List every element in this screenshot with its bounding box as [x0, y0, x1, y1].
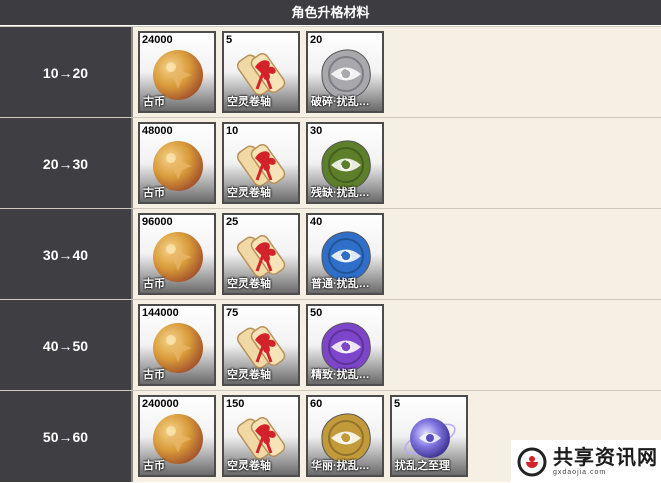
watermark-text: 共享资讯网 gxdaojia.com	[553, 447, 658, 476]
level-range-label: 50→60	[0, 391, 131, 482]
material-item[interactable]: 96000 古币	[138, 213, 216, 295]
material-count: 240000	[142, 398, 179, 410]
material-item[interactable]: 75 空灵卷轴	[222, 304, 300, 386]
materials-cell: 96000 古币 25 空灵卷轴 40 普通·扰乱…	[131, 209, 661, 300]
materials-cell: 48000 古币 10 空灵卷轴 30 残缺·扰乱…	[131, 118, 661, 209]
materials-cell: 24000 古币 5 空灵卷轴 20 破碎·扰乱…	[131, 27, 661, 118]
material-item[interactable]: 150 空灵卷轴	[222, 395, 300, 477]
material-count: 20	[310, 34, 323, 46]
material-item[interactable]: 20 破碎·扰乱…	[306, 31, 384, 113]
material-count: 5	[226, 34, 233, 46]
material-count: 150	[226, 398, 245, 410]
material-count: 30	[310, 125, 323, 137]
material-item[interactable]: 60 华丽·扰乱…	[306, 395, 384, 477]
material-item[interactable]: 10 空灵卷轴	[222, 122, 300, 204]
level-range-label: 10→20	[0, 27, 131, 118]
material-name: 古币	[143, 369, 165, 381]
material-name: 古币	[143, 96, 165, 108]
material-name: 扰乱之至理	[395, 460, 450, 472]
material-item[interactable]: 240000 古币	[138, 395, 216, 477]
table-row: 10→20 24000 古币 5 空灵卷轴 20 破碎·扰乱…	[0, 26, 661, 118]
level-range-label: 40→50	[0, 300, 131, 391]
material-count: 25	[226, 216, 239, 228]
material-item[interactable]: 25 空灵卷轴	[222, 213, 300, 295]
material-count: 40	[310, 216, 323, 228]
material-item[interactable]: 30 残缺·扰乱…	[306, 122, 384, 204]
material-name: 古币	[143, 460, 165, 472]
table-row: 40→50 144000 古币 75 空灵卷轴 50 精致·扰乱…	[0, 299, 661, 391]
material-name: 空灵卷轴	[227, 96, 271, 108]
watermark: 共享资讯网 gxdaojia.com	[511, 440, 661, 483]
material-count: 144000	[142, 307, 179, 319]
table-title: 角色升格材料	[0, 0, 661, 25]
material-item[interactable]: 48000 古币	[138, 122, 216, 204]
material-item[interactable]: 24000 古币	[138, 31, 216, 113]
material-count: 10	[226, 125, 239, 137]
material-name: 华丽·扰乱…	[311, 460, 370, 472]
material-name: 空灵卷轴	[227, 460, 271, 472]
material-name: 空灵卷轴	[227, 369, 271, 381]
material-name: 空灵卷轴	[227, 278, 271, 290]
material-count: 96000	[142, 216, 173, 228]
material-count: 5	[394, 398, 401, 410]
table-row: 20→30 48000 古币 10 空灵卷轴 30 残缺·扰乱…	[0, 117, 661, 209]
material-count: 75	[226, 307, 239, 319]
upgrade-materials-table: 角色升格材料 10→20 24000 古币 5 空灵卷轴 20 破碎·扰乱… 20→30 480…	[0, 0, 661, 483]
material-name: 空灵卷轴	[227, 187, 271, 199]
material-item[interactable]: 50 精致·扰乱…	[306, 304, 384, 386]
materials-cell: 144000 古币 75 空灵卷轴 50 精致·扰乱…	[131, 300, 661, 391]
material-name: 破碎·扰乱…	[311, 96, 370, 108]
material-name: 精致·扰乱…	[311, 369, 370, 381]
material-item[interactable]: 5 空灵卷轴	[222, 31, 300, 113]
material-name: 古币	[143, 278, 165, 290]
logo-icon	[517, 447, 547, 476]
material-count: 48000	[142, 125, 173, 137]
material-count: 24000	[142, 34, 173, 46]
watermark-url: gxdaojia.com	[553, 469, 607, 476]
material-count: 50	[310, 307, 323, 319]
material-name: 残缺·扰乱…	[311, 187, 370, 199]
watermark-title: 共享资讯网	[553, 447, 658, 469]
material-name: 普通·扰乱…	[311, 278, 370, 290]
material-name: 古币	[143, 187, 165, 199]
material-count: 60	[310, 398, 323, 410]
level-range-label: 20→30	[0, 118, 131, 209]
material-item[interactable]: 40 普通·扰乱…	[306, 213, 384, 295]
table-row: 30→40 96000 古币 25 空灵卷轴 40 普通·扰乱…	[0, 208, 661, 300]
material-item[interactable]: 5 扰乱之至理	[390, 395, 468, 477]
level-range-label: 30→40	[0, 209, 131, 300]
material-item[interactable]: 144000 古币	[138, 304, 216, 386]
